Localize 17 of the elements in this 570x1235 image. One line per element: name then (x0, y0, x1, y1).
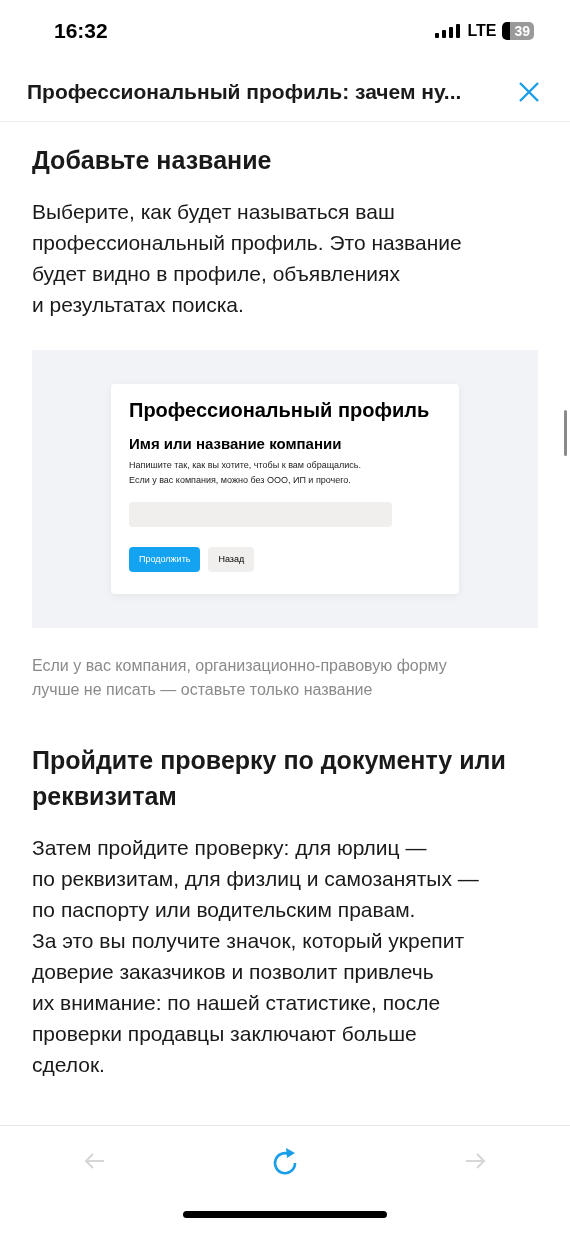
card-subtitle: Имя или название компании (129, 434, 343, 454)
section-heading: Добавьте название (32, 145, 273, 176)
section-paragraph: Затем пройдите проверку: для юрлиц — по реквизитам, для физлиц и самозанятых — по паспорту или водительским правам. За это вы получите значок, который укрепит доверие заказчиков и позволит привлечь их внимание: по нашей статистике, после проверки продавцы заключают больше сделок. (32, 835, 480, 1078)
card-title: Профессиональный профиль (129, 398, 431, 423)
reload-icon[interactable] (271, 1145, 299, 1176)
battery-indicator: 39 (502, 22, 534, 40)
scroll-indicator (564, 410, 567, 456)
network-label: LTE (467, 21, 497, 41)
section-paragraph: Выберите, как будет называться ваш профессиональный профиль. Это название будет видно в профиле, объявлениях и результатах поиска. (32, 199, 463, 318)
card-hint: Напишите так, как вы хотите, чтобы к вам обращались. Если у вас компания, можно без ООО, ИП и прочего. (129, 459, 363, 487)
back-button[interactable]: Назад (208, 547, 255, 572)
status-time: 16:32 (54, 18, 108, 45)
section-heading: Пройдите проверку по документу или реквизитам (32, 745, 507, 812)
signal-icon (435, 24, 462, 38)
page-title: Профессиональный профиль: зачем ну... (27, 78, 462, 105)
close-icon[interactable] (518, 80, 540, 103)
figure-caption: Если у вас компания, организационно-правовую форму лучше не писать — оставьте только название (32, 656, 448, 700)
